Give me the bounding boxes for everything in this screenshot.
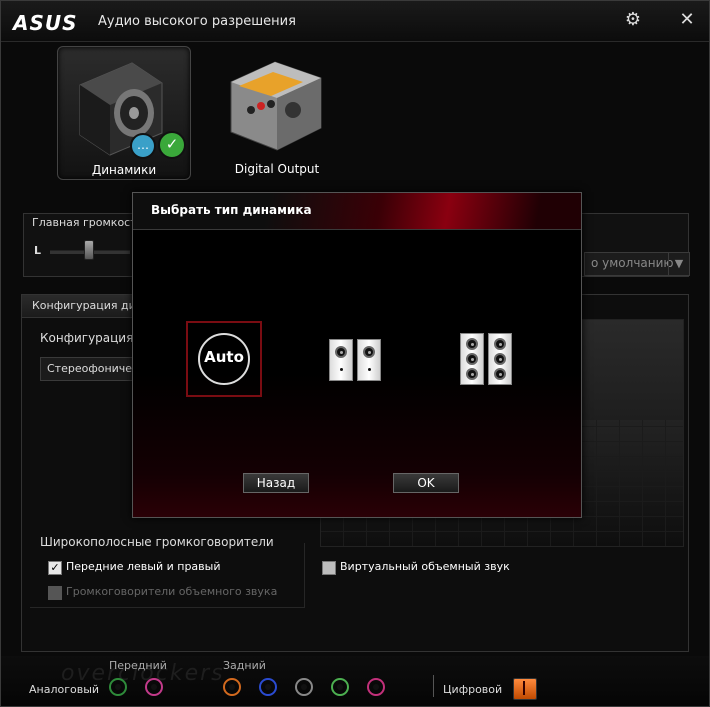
asus-logo: ASUS <box>13 11 78 35</box>
tweeter-dot-icon <box>340 368 343 371</box>
front-lr-label: Передние левый и правый <box>66 560 221 573</box>
close-icon[interactable]: ✕ <box>677 10 697 30</box>
rear-jacks-label: Задний <box>223 659 266 672</box>
main-volume-title: Главная громкость <box>32 216 144 229</box>
device-speakers-label: Динамики <box>91 163 157 177</box>
woofer-icon <box>466 353 478 365</box>
auto-option[interactable]: Auto <box>186 321 262 397</box>
gear-icon[interactable]: ⚙ <box>623 10 643 30</box>
chat-badge-icon: … <box>130 133 156 159</box>
auto-option-label: Auto <box>204 348 244 366</box>
quad-option[interactable] <box>458 333 516 387</box>
front-lr-checkbox[interactable]: ✓ Передние левый и правый <box>48 560 288 576</box>
woofer-icon <box>335 346 347 358</box>
app-window: ASUS Аудио высокого разрешения ⚙ ✕ … ✓ Д… <box>0 0 710 707</box>
config-label: Конфигурация д <box>40 331 146 345</box>
check-badge-icon: ✓ <box>158 131 186 159</box>
woofer-icon <box>494 368 506 380</box>
tower-left-icon <box>460 333 484 385</box>
dialog-title: Выбрать тип динамика <box>151 203 312 217</box>
volume-slider-knob[interactable] <box>84 240 94 260</box>
speaker-right-icon <box>357 339 381 381</box>
rear-jack-blue[interactable] <box>259 678 277 696</box>
back-button[interactable]: Назад <box>243 473 309 493</box>
speaker-type-dialog: Выбрать тип динамика Auto Назад OK <box>132 192 582 518</box>
title-bar: ASUS Аудио высокого разрешения ⚙ ✕ <box>1 1 709 42</box>
device-digital-output[interactable]: Digital Output <box>211 46 343 178</box>
rear-jack-lime[interactable] <box>331 678 349 696</box>
front-jacks-label: Передний <box>109 659 167 672</box>
digital-output-device-icon <box>230 61 322 151</box>
virtual-surround-label: Виртуальный объемный звук <box>340 560 510 573</box>
device-speakers[interactable]: … ✓ Динамики <box>57 46 191 180</box>
jack-divider <box>433 675 434 697</box>
tweeter-dot-icon <box>368 368 371 371</box>
left-channel-label: L <box>34 244 42 257</box>
speaker-left-icon <box>329 339 353 381</box>
woofer-icon <box>363 346 375 358</box>
stereo-option[interactable] <box>327 339 383 381</box>
digital-port-icon[interactable] <box>513 678 537 700</box>
dialog-header: Выбрать тип динамика <box>133 193 581 230</box>
woofer-icon <box>494 353 506 365</box>
virtual-surround-checkbox[interactable]: Виртуальный объемный звук <box>322 560 522 576</box>
device-digital-output-label: Digital Output <box>234 162 320 176</box>
rear-jack-gray[interactable] <box>295 678 313 696</box>
auto-icon: Auto <box>198 333 250 385</box>
ok-button[interactable]: OK <box>393 473 459 493</box>
default-device-dropdown[interactable]: о умолчанию ▼ <box>584 252 690 276</box>
window-title: Аудио высокого разрешения <box>98 14 296 29</box>
default-device-label: о умолчанию <box>591 256 674 270</box>
digital-label: Цифровой <box>443 683 503 696</box>
wideband-title: Широкополосные громкоговорители <box>40 535 274 549</box>
checkbox-disabled-icon <box>48 586 62 600</box>
woofer-icon <box>494 338 506 350</box>
woofer-icon <box>466 368 478 380</box>
rear-jack-magenta[interactable] <box>367 678 385 696</box>
checkbox-unchecked-icon[interactable] <box>322 561 336 575</box>
front-jack-green[interactable] <box>109 678 127 696</box>
tab-speaker-config-label: Конфигурация дин <box>32 299 143 312</box>
analog-label: Аналоговый <box>29 683 100 696</box>
checkbox-checked-icon[interactable]: ✓ <box>48 561 62 575</box>
chevron-down-icon[interactable]: ▼ <box>668 253 689 275</box>
rear-jack-orange[interactable] <box>223 678 241 696</box>
tower-right-icon <box>488 333 512 385</box>
front-jack-pink[interactable] <box>145 678 163 696</box>
woofer-icon <box>466 338 478 350</box>
surround-speakers-label: Громкоговорители объемного звука <box>66 585 278 598</box>
surround-speakers-checkbox: Громкоговорители объемного звука <box>48 585 298 601</box>
